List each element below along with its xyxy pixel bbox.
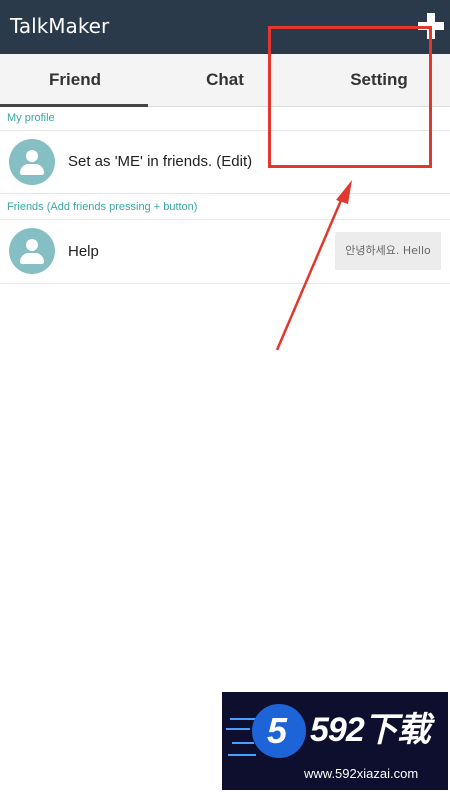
logo-icon: 5 [252, 704, 306, 758]
watermark: 5 592下载 www.592xiazai.com [222, 692, 448, 790]
watermark-brand: 592下载 [310, 711, 431, 749]
annotation-arrow-icon [275, 180, 352, 351]
watermark-url: www.592xiazai.com [304, 766, 419, 781]
logo-glyph: 5 [267, 710, 288, 751]
